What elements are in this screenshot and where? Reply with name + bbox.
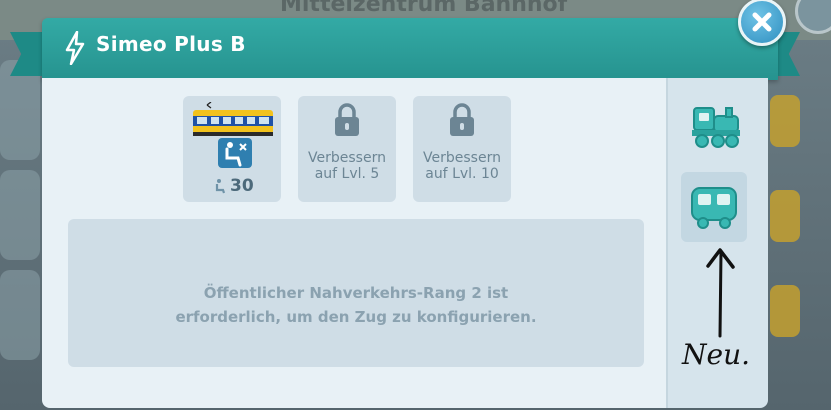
unlock-requirement: Verbessern auf Lvl. 5 xyxy=(298,150,396,182)
seat-icon xyxy=(215,179,226,194)
unlock-requirement: Verbessern auf Lvl. 10 xyxy=(413,150,511,182)
unlock-line2: auf Lvl. 10 xyxy=(425,166,499,182)
seat-badge xyxy=(218,138,252,168)
dialog-header: Simeo Plus B xyxy=(42,18,778,80)
lock-icon xyxy=(450,103,474,136)
wagon-icon xyxy=(691,187,737,229)
unlock-line1: Verbessern xyxy=(423,150,501,166)
locked-slot-lvl10[interactable]: Verbessern auf Lvl. 10 xyxy=(413,96,511,202)
locomotive-icon xyxy=(692,107,740,148)
background-yellow-item xyxy=(770,285,800,337)
capacity-label: 30 xyxy=(213,176,254,196)
wagon-tab[interactable] xyxy=(681,172,747,242)
close-icon xyxy=(752,12,772,32)
unlock-line2: auf Lvl. 5 xyxy=(314,166,380,182)
locked-slot-lvl5[interactable]: Verbessern auf Lvl. 5 xyxy=(298,96,396,202)
unlock-line1: Verbessern xyxy=(308,150,386,166)
capacity-value: 30 xyxy=(230,176,254,196)
background-yellow-item xyxy=(770,190,800,242)
background-station-title: Mittelzentrum Bahnhof xyxy=(280,0,568,17)
new-annotation-label: Neu. xyxy=(682,338,751,371)
dialog-title: Simeo Plus B xyxy=(96,32,246,56)
requirement-line1: Öffentlicher Nahverkehrs-Rang 2 ist xyxy=(203,284,509,302)
requirement-message: Öffentlicher Nahverkehrs-Rang 2 ist erfo… xyxy=(68,281,644,329)
lightning-icon xyxy=(64,30,86,69)
tram-wagon-icon xyxy=(193,102,273,136)
wagon-slot[interactable]: 30 xyxy=(183,96,281,202)
seat-icon xyxy=(225,142,247,167)
requirement-line2: erforderlich, um den Zug zu konfiguriere… xyxy=(175,308,537,326)
background-card xyxy=(0,170,40,260)
arrow-up-annotation-icon xyxy=(706,248,735,338)
locomotive-tab[interactable] xyxy=(688,98,746,154)
background-yellow-item xyxy=(770,95,800,147)
close-button[interactable] xyxy=(738,0,786,46)
background-card xyxy=(0,270,40,360)
requirement-info-box: Öffentlicher Nahverkehrs-Rang 2 ist erfo… xyxy=(68,219,644,367)
lock-icon xyxy=(335,103,359,136)
